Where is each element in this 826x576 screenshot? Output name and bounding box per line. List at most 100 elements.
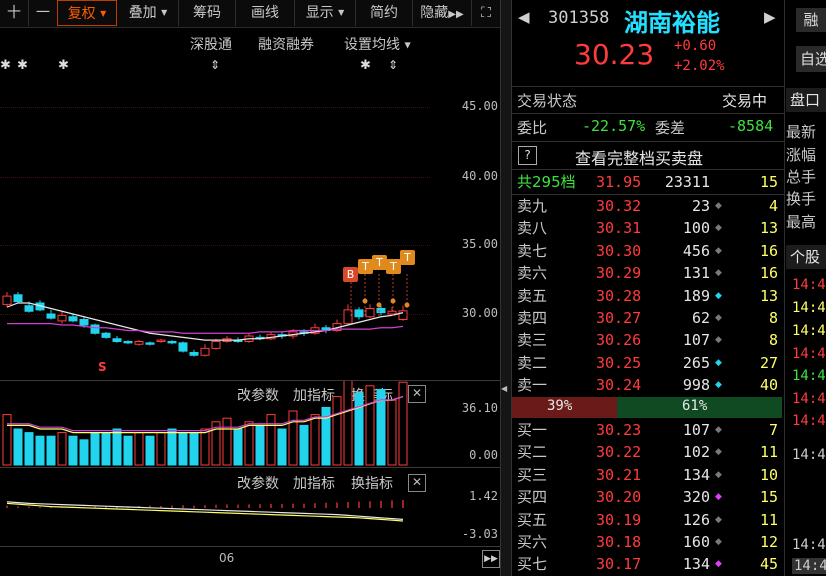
price-change: +0.60 <box>674 38 717 54</box>
level-volume: 160 <box>682 533 710 551</box>
candle-body <box>376 308 386 314</box>
ask-row[interactable]: 卖九 30.32 23 ◆ 4 <box>512 195 782 217</box>
level-price: 30.24 <box>596 376 642 395</box>
divider <box>512 113 784 114</box>
candlestick-chart[interactable] <box>0 0 430 380</box>
volume-bar <box>365 385 375 466</box>
collapse-left-icon[interactable]: ◀ <box>501 384 507 393</box>
turnover-label: 换手 <box>786 190 817 208</box>
level-order-count: 12 <box>759 533 778 551</box>
level-order-count: 10 <box>759 465 778 484</box>
orderbook-summary-row: 共295档 31.95 23311 15 <box>512 171 782 193</box>
summary-volume: 23311 <box>664 173 710 191</box>
level-name: 买三 <box>517 465 548 484</box>
macd-chart[interactable] <box>0 468 430 546</box>
candle-body <box>354 309 364 318</box>
volume-bar <box>156 432 166 466</box>
weibi-label: 委比 <box>517 119 548 137</box>
volume-bar <box>101 432 111 466</box>
ask-row[interactable]: 卖三 30.26 107 ◆ 8 <box>512 329 782 351</box>
volume-chart[interactable] <box>0 381 430 466</box>
weicha-value: -8584 <box>728 117 774 135</box>
level-price: 30.27 <box>596 309 642 327</box>
t-marker[interactable]: T <box>358 259 373 274</box>
ask-row[interactable]: 卖二 30.25 265 ◆ 27 <box>512 352 782 374</box>
level-order-count: 11 <box>759 510 778 529</box>
candle-body <box>123 341 133 344</box>
high-label: 最高 <box>786 213 817 231</box>
candle-body <box>145 342 155 345</box>
ask-row[interactable]: 卖七 30.30 456 ◆ 16 <box>512 240 782 262</box>
level-price: 30.18 <box>596 533 642 551</box>
level-name: 卖六 <box>517 264 548 283</box>
last-price: 30.23 <box>574 38 655 71</box>
buy-marker[interactable]: B <box>343 267 358 282</box>
candle-body <box>79 319 89 326</box>
volume-axis-label: 0.00 <box>469 448 498 462</box>
bid-row[interactable]: 买七 30.17 134 ◆ 45 <box>512 553 782 575</box>
candle-body <box>398 310 408 320</box>
bid-row[interactable]: 买六 30.18 160 ◆ 12 <box>512 531 782 553</box>
level-name: 买四 <box>517 488 548 507</box>
level-order-count: 13 <box>759 219 778 238</box>
sell-signal-marker[interactable]: S <box>98 360 107 374</box>
summary-price: 31.95 <box>596 173 642 191</box>
bid-row[interactable]: 买二 30.22 102 ◆ 11 <box>512 441 782 463</box>
t-marker[interactable]: T <box>386 259 401 274</box>
prev-stock-icon[interactable]: ◀ <box>518 8 530 26</box>
candle-body <box>211 341 221 349</box>
volume-bar <box>189 432 199 466</box>
stock-name: 湖南裕能 <box>624 9 720 37</box>
volume-bar <box>288 410 298 466</box>
level-price: 30.28 <box>596 286 642 305</box>
t-marker[interactable]: T <box>372 255 387 270</box>
help-icon[interactable]: ? <box>518 146 537 165</box>
order-change-icon: ◆ <box>715 290 722 301</box>
volume-bar <box>24 432 34 466</box>
volume-bar <box>167 428 177 466</box>
margin-button[interactable]: 融 <box>796 8 826 32</box>
level-name: 卖二 <box>517 353 548 372</box>
volume-bar <box>266 414 276 466</box>
level-order-count: 8 <box>768 309 778 327</box>
ask-row[interactable]: 卖四 30.27 62 ◆ 8 <box>512 307 782 329</box>
bid-row[interactable]: 买五 30.19 126 ◆ 11 <box>512 509 782 531</box>
level-name: 买七 <box>517 555 548 574</box>
level-volume: 134 <box>682 465 710 484</box>
volume-bar <box>233 428 243 466</box>
level-order-count: 45 <box>759 555 778 574</box>
ask-row[interactable]: 卖五 30.28 189 ◆ 13 <box>512 285 782 307</box>
bid-row[interactable]: 买三 30.21 134 ◆ 10 <box>512 464 782 486</box>
bid-row[interactable]: 买一 30.23 107 ◆ 7 <box>512 419 782 441</box>
level-volume: 107 <box>682 331 710 350</box>
scroll-right-icon[interactable]: ▶▶ <box>482 550 500 568</box>
full-orderbook-link[interactable]: 查看完整档买卖盘 <box>575 145 703 169</box>
level-order-count: 7 <box>768 421 778 439</box>
volume-bar <box>79 439 89 466</box>
order-change-icon: ◆ <box>715 357 722 368</box>
macd-axis-label: -3.03 <box>461 527 498 541</box>
level-order-count: 8 <box>768 331 778 350</box>
level-volume: 320 <box>682 488 710 507</box>
tab-pankou[interactable]: 盘口 <box>786 88 826 112</box>
tick-time: 14:4 <box>792 558 826 574</box>
summary-count: 15 <box>759 173 778 191</box>
tick-time: 14:4 <box>792 300 826 316</box>
price-axis-label: 40.00 <box>461 169 498 183</box>
ask-row[interactable]: 卖六 30.29 131 ◆ 16 <box>512 262 782 284</box>
level-volume: 23 <box>691 197 710 215</box>
ask-row[interactable]: 卖一 30.24 998 ◆ 40 <box>512 374 782 396</box>
trade-status-value: 交易中 <box>722 92 768 110</box>
tab-gegu[interactable]: 个股 <box>786 245 826 269</box>
marker-dot <box>376 302 382 308</box>
ask-row[interactable]: 卖八 30.31 100 ◆ 13 <box>512 217 782 239</box>
t-marker[interactable]: T <box>400 250 415 265</box>
volume-bar <box>112 428 122 466</box>
fullscreen-icon[interactable]: ⛶ <box>472 0 500 26</box>
level-price: 30.30 <box>596 241 642 260</box>
panel-splitter[interactable] <box>500 0 512 576</box>
watchlist-button[interactable]: 自选 <box>796 46 826 72</box>
bid-row[interactable]: 买四 30.20 320 ◆ 15 <box>512 486 782 508</box>
next-stock-icon[interactable]: ▶ <box>764 8 776 26</box>
weicha-label: 委差 <box>655 119 686 137</box>
